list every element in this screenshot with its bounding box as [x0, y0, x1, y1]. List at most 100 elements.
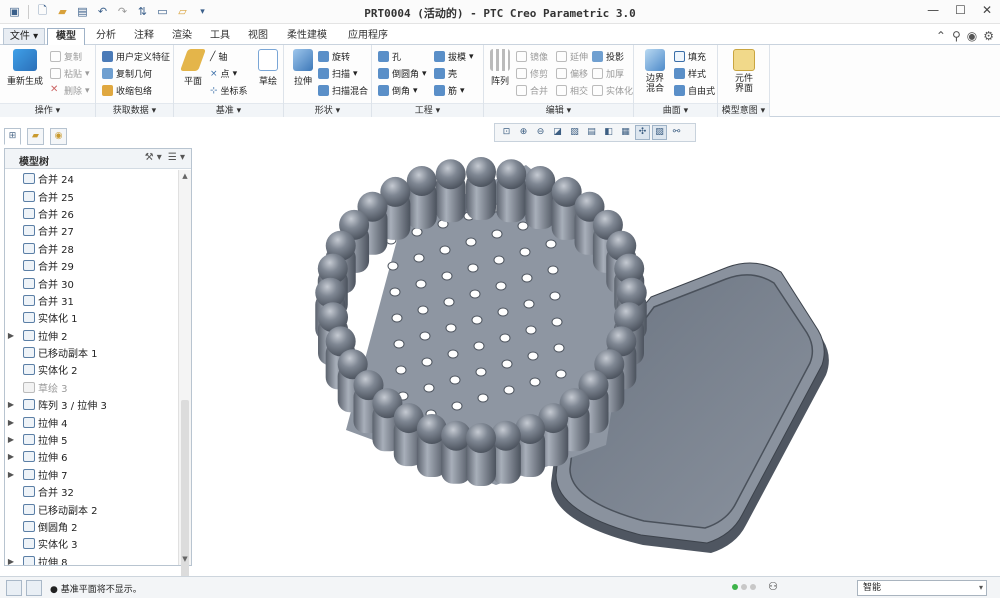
refit-icon[interactable]: ⊡	[499, 125, 514, 140]
pattern-button[interactable]: 阵列	[486, 49, 514, 87]
settings-icon[interactable]: ⚙	[983, 29, 994, 43]
point-button[interactable]: × 点 ▾	[210, 67, 237, 81]
axis-button[interactable]: ╱ 轴	[210, 50, 227, 64]
tree-item[interactable]: 合并 26	[5, 205, 178, 222]
expand-arrow-icon[interactable]: ▶	[5, 331, 17, 340]
plane-button[interactable]: 平面	[178, 49, 208, 87]
group-get-data-label[interactable]: 获取数据 ▾	[96, 103, 173, 117]
tree-item[interactable]: 已移动副本 2	[5, 500, 178, 517]
tree-item[interactable]: 合并 24	[5, 170, 178, 187]
selection-filter[interactable]: 智能 ▾	[857, 580, 987, 596]
zoom-in-icon[interactable]: ⊕	[516, 125, 531, 140]
tab-analysis[interactable]: 分析	[88, 28, 124, 45]
tree-item[interactable]: 合并 28	[5, 240, 178, 257]
zoom-out-icon[interactable]: ⊖	[533, 125, 548, 140]
thicken-button[interactable]: 加厚	[592, 67, 624, 80]
intersect-button[interactable]: 相交	[556, 84, 588, 97]
chamfer-button[interactable]: 倒角 ▾	[378, 84, 418, 97]
style-button[interactable]: 样式	[674, 67, 706, 80]
maximize-button[interactable]: ☐	[955, 3, 966, 17]
udf-button[interactable]: 用户定义特征	[102, 50, 170, 63]
close-window-button[interactable]: ✕	[982, 3, 992, 17]
trim-button[interactable]: 修剪	[516, 67, 548, 80]
tree-item[interactable]: ▶ 拉伸 8	[5, 553, 178, 565]
collapse-ribbon-icon[interactable]: ⌃	[936, 29, 946, 43]
datum-display-icon[interactable]: ▦	[618, 125, 633, 140]
tree-item[interactable]: 草绘 3	[5, 379, 178, 396]
tab-flexible-modeling[interactable]: 柔性建模	[278, 28, 336, 45]
offset-button[interactable]: 偏移	[556, 67, 588, 80]
expand-arrow-icon[interactable]: ▶	[5, 557, 17, 565]
shrinkwrap-button[interactable]: 收缩包络	[102, 84, 152, 97]
shell-button[interactable]: 壳	[434, 67, 457, 80]
group-engineering-label[interactable]: 工程 ▾	[372, 103, 483, 117]
freestyle-button[interactable]: 自由式	[674, 84, 715, 97]
tree-item[interactable]: ▶ 拉伸 7	[5, 466, 178, 483]
spin-center-icon[interactable]: ✣	[635, 125, 650, 140]
tree-item[interactable]: ▶ 拉伸 6	[5, 448, 178, 465]
tree-columns-icon[interactable]: ☰ ▾	[168, 152, 185, 163]
model-tree-icon[interactable]: ⊞	[4, 128, 21, 145]
csys-button[interactable]: ⊹ 坐标系	[210, 84, 248, 98]
swept-blend-button[interactable]: 扫描混合	[318, 84, 368, 97]
tab-annotate[interactable]: 注释	[126, 28, 162, 45]
tree-item[interactable]: 实体化 2	[5, 361, 178, 378]
scroll-down-icon[interactable]: ▼	[179, 553, 191, 565]
merge-button[interactable]: 合并	[516, 84, 548, 97]
sweep-button[interactable]: 扫描 ▾	[318, 67, 358, 80]
expand-arrow-icon[interactable]: ▶	[5, 400, 17, 409]
sketch-button[interactable]: 草绘	[254, 49, 282, 87]
favorites-icon[interactable]: ◉	[50, 128, 67, 145]
tab-view[interactable]: 视图	[240, 28, 276, 45]
regenerate-button[interactable]: 重新生成	[6, 49, 44, 87]
group-editing-label[interactable]: 编辑 ▾	[484, 103, 633, 117]
group-surfaces-label[interactable]: 曲面 ▾	[634, 103, 717, 117]
tree-item[interactable]: 合并 25	[5, 187, 178, 204]
saved-views-icon[interactable]: ▤	[584, 125, 599, 140]
model-3d-view[interactable]	[196, 145, 1000, 570]
tree-settings-icon[interactable]: ⚒ ▾	[145, 152, 162, 163]
tree-scrollbar[interactable]: ▲ ▼	[178, 170, 191, 580]
tree-item[interactable]: ▶ 阵列 3 / 拉伸 3	[5, 396, 178, 413]
group-operations-label[interactable]: 操作 ▾	[0, 103, 95, 117]
round-button[interactable]: 倒圆角 ▾	[378, 67, 427, 80]
find-icon[interactable]: ⚇	[764, 580, 782, 596]
tray-part[interactable]	[315, 157, 647, 486]
tree-item[interactable]: ▶ 拉伸 4	[5, 413, 178, 430]
tree-item[interactable]: 合并 30	[5, 274, 178, 291]
rib-button[interactable]: 筋 ▾	[434, 84, 465, 97]
extrude-button[interactable]: 拉伸	[288, 49, 318, 87]
tree-item[interactable]: ▶ 拉伸 2	[5, 327, 178, 344]
expand-arrow-icon[interactable]: ▶	[5, 452, 17, 461]
toggle-browser-icon[interactable]	[26, 580, 42, 596]
project-button[interactable]: 投影	[592, 50, 624, 63]
expand-arrow-icon[interactable]: ▶	[5, 418, 17, 427]
graphics-window[interactable]	[196, 145, 1000, 570]
solidify-button[interactable]: 实体化	[592, 84, 633, 97]
view-manager-icon[interactable]: ▧	[567, 125, 582, 140]
tab-render[interactable]: 渲染	[164, 28, 200, 45]
search-icon[interactable]: ⚲	[952, 29, 961, 43]
tree-item[interactable]: 合并 31	[5, 292, 178, 309]
tree-item[interactable]: 合并 32	[5, 483, 178, 500]
fill-button[interactable]: 填充	[674, 50, 706, 63]
copy-geometry-button[interactable]: 复制几何	[102, 67, 152, 80]
repaint-icon[interactable]: ◪	[550, 125, 565, 140]
revolve-button[interactable]: 旋转	[318, 50, 350, 63]
component-display-icon[interactable]: ⚯	[669, 125, 684, 140]
copy-button[interactable]: 复制	[50, 50, 82, 63]
hole-button[interactable]: 孔	[378, 50, 401, 63]
help-icon[interactable]: ◉	[967, 29, 977, 43]
tree-item[interactable]: 已移动副本 1	[5, 344, 178, 361]
group-model-intent-label[interactable]: 模型意图 ▾	[718, 103, 769, 117]
minimize-button[interactable]: —	[927, 3, 939, 17]
group-shapes-label[interactable]: 形状 ▾	[284, 103, 371, 117]
tree-item[interactable]: 实体化 1	[5, 309, 178, 326]
draft-button[interactable]: 拔模 ▾	[434, 50, 474, 63]
paste-button[interactable]: 粘贴 ▾	[50, 67, 90, 80]
folder-browser-icon[interactable]: ▰	[27, 128, 44, 145]
extend-button[interactable]: 延伸	[556, 50, 588, 63]
tree-item[interactable]: 倒圆角 2	[5, 518, 178, 535]
tab-file[interactable]: 文件 ▾	[3, 28, 45, 45]
tree-item[interactable]: 合并 29	[5, 257, 178, 274]
